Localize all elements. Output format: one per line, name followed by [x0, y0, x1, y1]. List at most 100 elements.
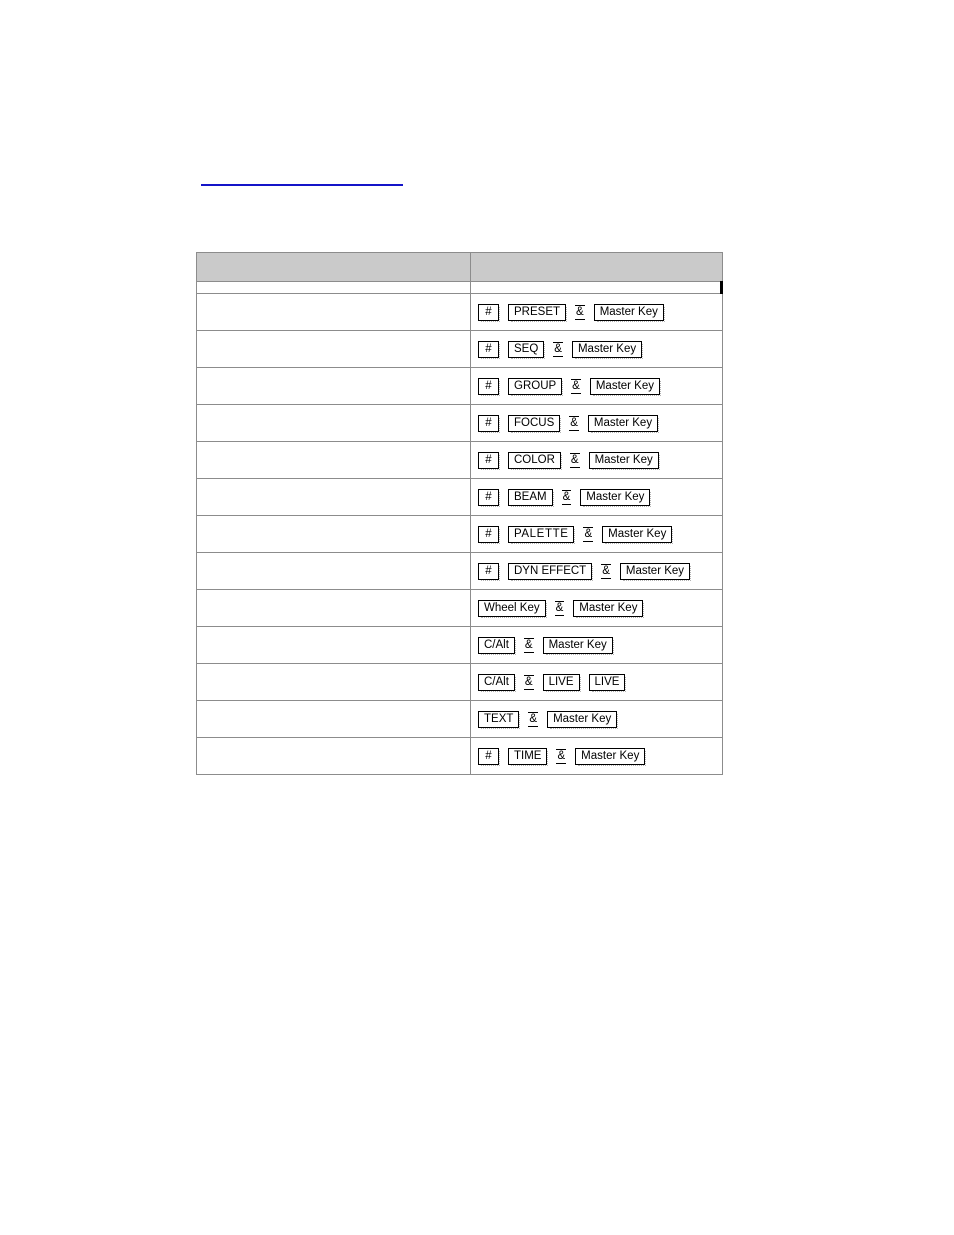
table-row: TEXT & Master Key	[196, 700, 723, 738]
document-page: # PRESET & Master Key # SEQ & Master Key # GROUP &…	[0, 0, 954, 1235]
key-joiner-ampersand: &	[575, 304, 585, 320]
table-row: # PALETTE & Master Key	[196, 515, 723, 553]
table-header-row	[196, 252, 723, 282]
keycap: COLOR	[508, 451, 562, 470]
keycap: TEXT	[478, 710, 521, 729]
key-combo: Wheel Key & Master Key	[478, 599, 716, 618]
table-row: # GROUP & Master Key	[196, 367, 723, 405]
spacer-cell-left	[196, 281, 471, 294]
key-joiner-ampersand: &	[554, 600, 564, 616]
row-key-combination: # PRESET & Master Key	[470, 293, 723, 331]
keycap: Master Key	[587, 414, 660, 433]
key-combo: TEXT & Master Key	[478, 710, 716, 729]
keycap: BEAM	[508, 488, 554, 507]
row-key-combination: Wheel Key & Master Key	[470, 589, 723, 627]
keycap: #	[478, 747, 500, 766]
keycap: Master Key	[573, 599, 645, 618]
row-key-combination: # DYN EFFECT & Master Key	[470, 552, 723, 590]
table-row: # DYN EFFECT & Master Key	[196, 552, 723, 590]
row-description	[196, 441, 471, 479]
row-description	[196, 589, 471, 627]
key-joiner-ampersand: &	[569, 452, 580, 468]
keycap: FOCUS	[508, 414, 562, 433]
row-key-combination: # PALETTE & Master Key	[470, 515, 723, 553]
key-combo: # DYN EFFECT & Master Key	[478, 562, 716, 581]
key-combo: # FOCUS & Master Key	[478, 414, 716, 433]
key-joiner-ampersand: &	[523, 637, 534, 653]
keycap: #	[478, 488, 500, 507]
keycap: TIME	[508, 747, 549, 766]
table-header	[196, 252, 723, 282]
key-joiner-ampersand: &	[523, 674, 534, 690]
row-key-combination: C/Alt & Master Key	[470, 626, 723, 664]
keycap: LIVE	[588, 673, 627, 692]
table-row: C/Alt & LIVE LIVE	[196, 663, 723, 701]
table-row: # BEAM & Master Key	[196, 478, 723, 516]
key-joiner-ampersand: &	[569, 415, 579, 431]
table-row: # SEQ & Master Key	[196, 330, 723, 368]
keycap: #	[478, 525, 500, 544]
keycap: Master Key	[602, 525, 674, 544]
table-row: # TIME & Master Key	[196, 737, 723, 775]
keycap: #	[478, 451, 500, 470]
table-row: # FOCUS & Master Key	[196, 404, 723, 442]
key-combo: # COLOR & Master Key	[478, 451, 716, 470]
key-combo: # PALETTE & Master Key	[478, 525, 716, 544]
keycap: Master Key	[593, 303, 666, 322]
table-body: # PRESET & Master Key # SEQ & Master Key # GROUP &…	[196, 281, 723, 775]
table-row: Wheel Key & Master Key	[196, 589, 723, 627]
keycap: #	[478, 562, 500, 581]
keycap: Master Key	[580, 488, 652, 507]
keycap: Master Key	[575, 747, 647, 766]
row-description	[196, 478, 471, 516]
keycap: Master Key	[588, 451, 660, 470]
row-key-combination: # SEQ & Master Key	[470, 330, 723, 368]
key-joiner-ampersand: &	[601, 563, 611, 579]
key-combo: # SEQ & Master Key	[478, 340, 716, 359]
key-joiner-ampersand: &	[553, 341, 563, 357]
table-row: # PRESET & Master Key	[196, 293, 723, 331]
key-joiner-ampersand: &	[583, 526, 593, 542]
key-combo: C/Alt & Master Key	[478, 636, 716, 655]
key-joiner-ampersand: &	[561, 489, 571, 505]
key-combo: # PRESET & Master Key	[478, 303, 716, 322]
anchor-link-underline	[201, 184, 403, 186]
keycap: GROUP	[508, 377, 564, 396]
row-key-combination: # TIME & Master Key	[470, 737, 723, 775]
row-key-combination: C/Alt & LIVE LIVE	[470, 663, 723, 701]
row-description	[196, 404, 471, 442]
key-joiner-ampersand: &	[556, 748, 566, 764]
table-row: # COLOR & Master Key	[196, 441, 723, 479]
keycap: #	[478, 303, 500, 322]
edge-tick-marker	[720, 281, 723, 294]
keycap: Master Key	[547, 710, 619, 729]
key-combo: C/Alt & LIVE LIVE	[478, 673, 716, 692]
keycap: #	[478, 377, 500, 396]
keycap: #	[478, 340, 500, 359]
keycap: #	[478, 414, 500, 433]
keycap: SEQ	[508, 340, 546, 359]
row-description	[196, 737, 471, 775]
keycap: PRESET	[508, 303, 568, 322]
keycap: C/Alt	[478, 673, 516, 692]
row-key-combination: # FOCUS & Master Key	[470, 404, 723, 442]
table-spacer-row	[196, 281, 723, 294]
row-key-combination: # GROUP & Master Key	[470, 367, 723, 405]
row-description	[196, 330, 471, 368]
spacer-cell-right	[470, 281, 723, 294]
keycap: C/Alt	[478, 636, 516, 655]
row-description	[196, 626, 471, 664]
row-description	[196, 700, 471, 738]
key-combination-table: # PRESET & Master Key # SEQ & Master Key # GROUP &…	[196, 252, 723, 775]
key-combo: # BEAM & Master Key	[478, 488, 716, 507]
keycap: Master Key	[619, 562, 692, 581]
row-description	[196, 293, 471, 331]
row-key-combination: TEXT & Master Key	[470, 700, 723, 738]
keycap: LIVE	[542, 673, 581, 692]
anchor-link[interactable]	[201, 176, 403, 186]
row-key-combination: # COLOR & Master Key	[470, 441, 723, 479]
key-joiner-ampersand: &	[571, 378, 581, 394]
row-description	[196, 515, 471, 553]
key-combo: # TIME & Master Key	[478, 747, 716, 766]
keycap: DYN EFFECT	[508, 562, 594, 581]
